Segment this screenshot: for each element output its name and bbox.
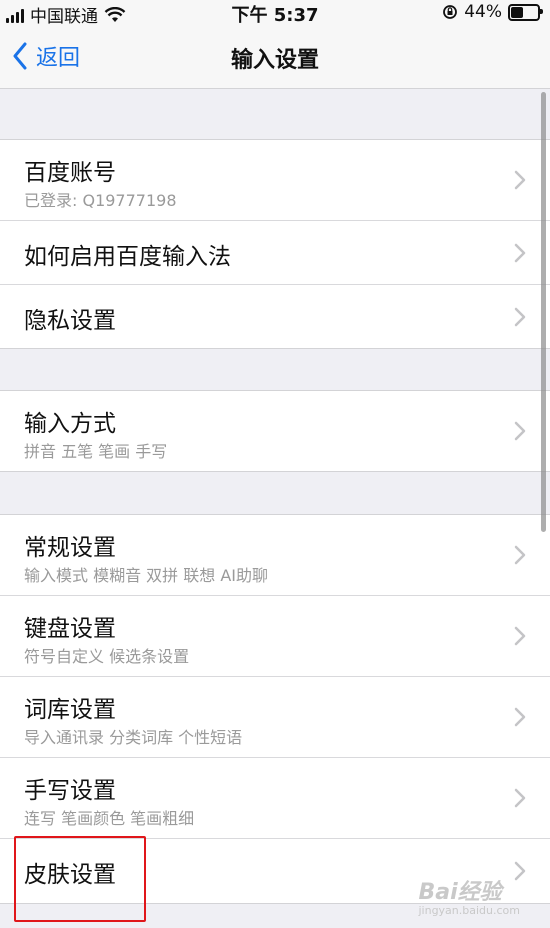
row-subtitle: 输入模式 模糊音 双拼 联想 AI助聊 <box>24 566 269 585</box>
row-subtitle: 符号自定义 候选条设置 <box>24 647 190 666</box>
highlight-box <box>14 836 146 922</box>
chevron-right-icon <box>514 545 526 565</box>
row-subtitle: 已登录: Q19777198 <box>24 191 177 210</box>
chevron-right-icon <box>514 788 526 808</box>
row-title: 词库设置 <box>24 697 116 723</box>
settings-row-privacy[interactable]: 隐私设置 <box>0 285 550 348</box>
chevron-right-icon <box>514 170 526 190</box>
settings-row-general[interactable]: 常规设置 输入模式 模糊音 双拼 联想 AI助聊 <box>0 515 550 596</box>
battery-icon <box>508 3 543 21</box>
input-method-group: 输入方式 拼音 五笔 笔画 手写 <box>0 390 550 472</box>
settings-row-keyboard[interactable]: 键盘设置 符号自定义 候选条设置 <box>0 596 550 677</box>
watermark: Bai经验 jingyan.baidu.com <box>418 874 520 917</box>
watermark-brand: Bai经验 <box>418 880 502 905</box>
chevron-right-icon <box>514 707 526 727</box>
settings-row-input-method[interactable]: 输入方式 拼音 五笔 笔画 手写 <box>0 391 550 471</box>
row-subtitle: 导入通讯录 分类词库 个性短语 <box>24 728 243 747</box>
settings-row-handwriting[interactable]: 手写设置 连写 笔画颜色 笔画粗细 <box>0 758 550 839</box>
battery-percent: 44% <box>464 2 502 22</box>
chevron-right-icon <box>514 626 526 646</box>
row-title: 如何启用百度输入法 <box>24 244 231 270</box>
orientation-lock-icon <box>443 5 458 19</box>
account-group: 百度账号 已登录: Q19777198 如何启用百度输入法 隐私设置 <box>0 139 550 349</box>
watermark-url: jingyan.baidu.com <box>418 904 520 917</box>
row-subtitle: 连写 笔画颜色 笔画粗细 <box>24 809 195 828</box>
chevron-right-icon <box>514 307 526 327</box>
battery-fill <box>511 6 524 18</box>
page-title: 输入设置 <box>230 48 319 73</box>
settings-row-baidu-account[interactable]: 百度账号 已登录: Q19777198 <box>0 140 550 221</box>
row-subtitle: 拼音 五笔 笔画 手写 <box>24 442 168 461</box>
row-title: 百度账号 <box>24 160 116 186</box>
navigation-bar: 返回 输入设置 <box>0 26 550 89</box>
settings-row-enable-guide[interactable]: 如何启用百度输入法 <box>0 221 550 285</box>
row-title: 隐私设置 <box>24 308 116 334</box>
row-title: 键盘设置 <box>24 616 116 642</box>
status-right: 44% <box>442 2 543 22</box>
status-bar: 中国联通 下午 5:37 44% <box>0 0 550 27</box>
row-title: 常规设置 <box>24 535 116 561</box>
chevron-right-icon <box>514 421 526 441</box>
chevron-right-icon <box>514 243 526 263</box>
row-title: 输入方式 <box>24 411 116 437</box>
settings-row-dictionary[interactable]: 词库设置 导入通讯录 分类词库 个性短语 <box>0 677 550 758</box>
scrollbar[interactable] <box>541 92 546 532</box>
row-title: 手写设置 <box>24 778 116 804</box>
